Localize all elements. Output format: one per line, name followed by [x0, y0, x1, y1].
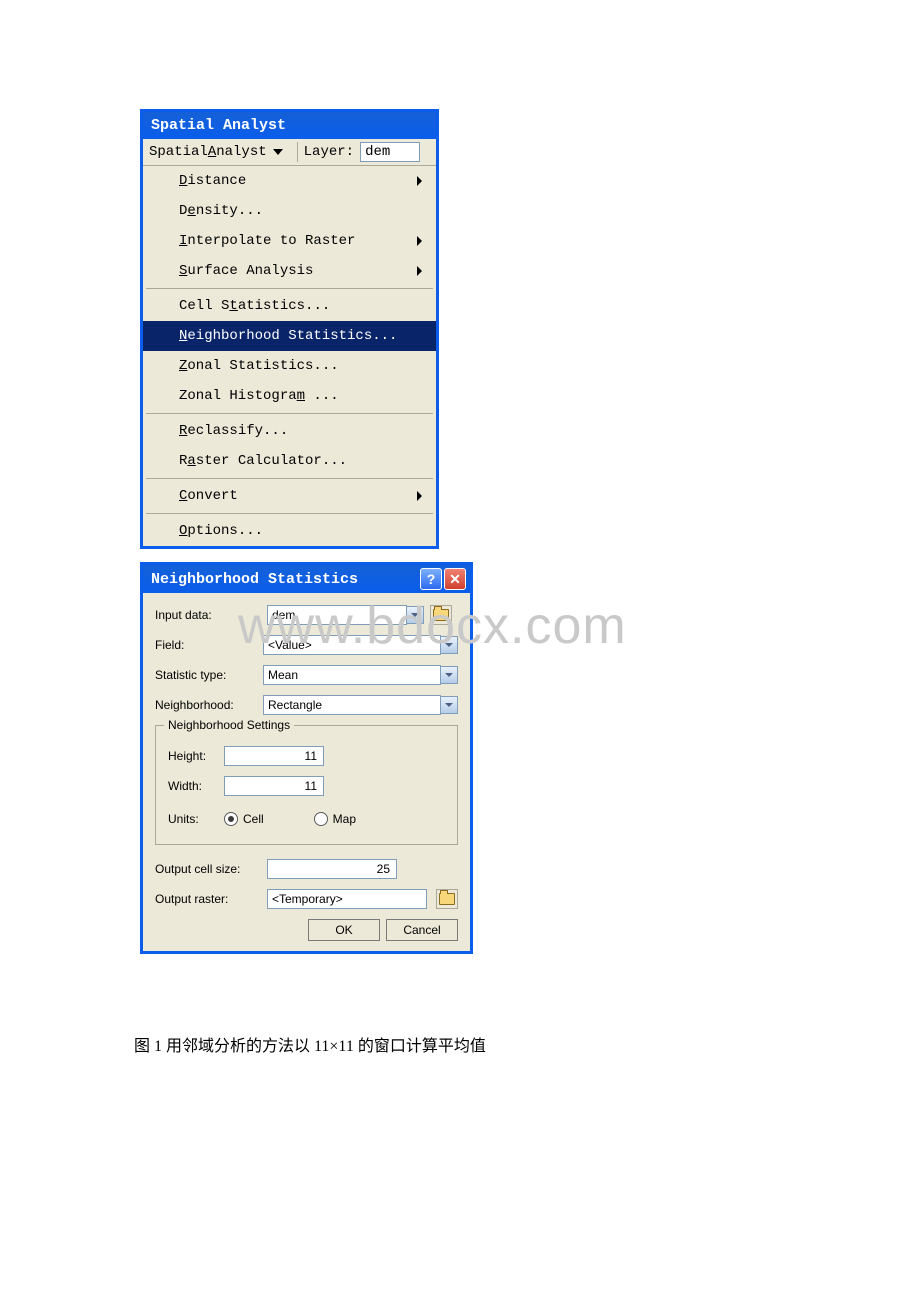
- width-label: Width:: [168, 779, 224, 793]
- menu-item-label: Neighborhood Statistics...: [179, 328, 397, 344]
- ok-button[interactable]: OK: [308, 919, 380, 941]
- menu-item-label: Convert: [179, 488, 238, 504]
- neighborhood-label: Neighborhood:: [155, 698, 263, 712]
- menu-button-prefix: Spatial: [149, 144, 208, 160]
- menu-item-label: Distance: [179, 173, 246, 189]
- output-raster-label: Output raster:: [155, 892, 267, 906]
- submenu-arrow-icon: [417, 236, 422, 246]
- input-data-combo[interactable]: [267, 605, 407, 625]
- output-raster-browse-button[interactable]: [436, 889, 458, 909]
- menu-divider: [146, 288, 433, 289]
- spatial-analyst-toolbar: Spatial Analyst Spatial Analyst Layer: D…: [140, 109, 439, 549]
- chevron-down-icon: [445, 643, 453, 647]
- neighborhood-statistics-dialog: Neighborhood Statistics ? ✕ Input data: …: [140, 562, 473, 954]
- input-data-label: Input data:: [155, 608, 267, 622]
- menu-item[interactable]: Raster Calculator...: [143, 446, 436, 476]
- spatial-analyst-menu: Distance Density... Interpolate to Raster S…: [143, 166, 436, 546]
- output-raster-input[interactable]: [267, 889, 427, 909]
- menu-item[interactable]: Interpolate to Raster: [143, 226, 436, 256]
- menu-item-label: Density...: [179, 203, 263, 219]
- cancel-button[interactable]: Cancel: [386, 919, 458, 941]
- width-input[interactable]: [224, 776, 324, 796]
- menu-divider: [146, 478, 433, 479]
- units-map-radio[interactable]: [314, 812, 328, 826]
- submenu-arrow-icon: [417, 491, 422, 501]
- field-combo[interactable]: [263, 635, 441, 655]
- fieldset-legend: Neighborhood Settings: [164, 718, 294, 732]
- menu-item[interactable]: Reclassify...: [143, 416, 436, 446]
- units-cell-radio[interactable]: [224, 812, 238, 826]
- dialog-titlebar: Neighborhood Statistics ? ✕: [143, 565, 470, 593]
- neighborhood-settings-fieldset: Neighborhood Settings Height: Width: Uni…: [155, 725, 458, 845]
- chevron-down-icon: [445, 703, 453, 707]
- neighborhood-dropdown-button[interactable]: [441, 696, 458, 714]
- output-cell-size-input[interactable]: [267, 859, 397, 879]
- menu-item[interactable]: Convert: [143, 481, 436, 511]
- field-label: Field:: [155, 638, 263, 652]
- menu-item-label: Zonal Histogram ...: [179, 388, 339, 404]
- neighborhood-combo[interactable]: [263, 695, 441, 715]
- menu-item-label: Cell Statistics...: [179, 298, 330, 314]
- menu-item[interactable]: Neighborhood Statistics...: [143, 321, 436, 351]
- height-label: Height:: [168, 749, 224, 763]
- statistic-type-dropdown-button[interactable]: [441, 666, 458, 684]
- toolbar-title: Spatial Analyst: [143, 112, 436, 139]
- menu-item-label: Zonal Statistics...: [179, 358, 339, 374]
- height-input[interactable]: [224, 746, 324, 766]
- output-cell-size-label: Output cell size:: [155, 862, 267, 876]
- statistic-type-label: Statistic type:: [155, 668, 263, 682]
- menu-item[interactable]: Cell Statistics...: [143, 291, 436, 321]
- toolbar-row: Spatial Analyst Layer:: [143, 139, 436, 166]
- menu-divider: [146, 513, 433, 514]
- input-data-dropdown-button[interactable]: [407, 606, 424, 624]
- layer-input[interactable]: [360, 142, 420, 162]
- help-button[interactable]: ?: [420, 568, 442, 590]
- chevron-down-icon: [445, 673, 453, 677]
- dialog-title: Neighborhood Statistics: [151, 571, 418, 588]
- input-data-browse-button[interactable]: [430, 605, 452, 625]
- units-label: Units:: [168, 812, 224, 826]
- menu-item[interactable]: Density...: [143, 196, 436, 226]
- chevron-down-icon: [411, 613, 419, 617]
- menu-item[interactable]: Options...: [143, 516, 436, 546]
- units-map-label: Map: [333, 812, 356, 826]
- separator: [297, 142, 298, 162]
- statistic-type-combo[interactable]: [263, 665, 441, 685]
- menu-item[interactable]: Zonal Statistics...: [143, 351, 436, 381]
- dialog-body: Input data: Field: Statistic type: Neigh…: [143, 593, 470, 951]
- menu-item[interactable]: Surface Analysis: [143, 256, 436, 286]
- menu-item-label: Options...: [179, 523, 263, 539]
- dropdown-arrow-icon: [273, 149, 283, 155]
- folder-icon: [433, 609, 449, 621]
- menu-divider: [146, 413, 433, 414]
- menu-item[interactable]: Distance: [143, 166, 436, 196]
- close-button[interactable]: ✕: [444, 568, 466, 590]
- menu-item-label: Reclassify...: [179, 423, 288, 439]
- menu-item-label: Interpolate to Raster: [179, 233, 355, 249]
- menu-item-label: Raster Calculator...: [179, 453, 347, 469]
- units-cell-label: Cell: [243, 812, 264, 826]
- field-dropdown-button[interactable]: [441, 636, 458, 654]
- menu-button-suffix: nalyst: [216, 144, 266, 160]
- submenu-arrow-icon: [417, 176, 422, 186]
- layer-label: Layer:: [304, 144, 354, 160]
- menu-item-label: Surface Analysis: [179, 263, 313, 279]
- menu-button-hotkey: A: [208, 144, 216, 160]
- figure-caption: 图 1 用邻域分析的方法以 11×11 的窗口计算平均值: [134, 1032, 486, 1056]
- submenu-arrow-icon: [417, 266, 422, 276]
- menu-item[interactable]: Zonal Histogram ...: [143, 381, 436, 411]
- spatial-analyst-menu-button[interactable]: Spatial Analyst: [149, 144, 267, 160]
- folder-icon: [439, 893, 455, 905]
